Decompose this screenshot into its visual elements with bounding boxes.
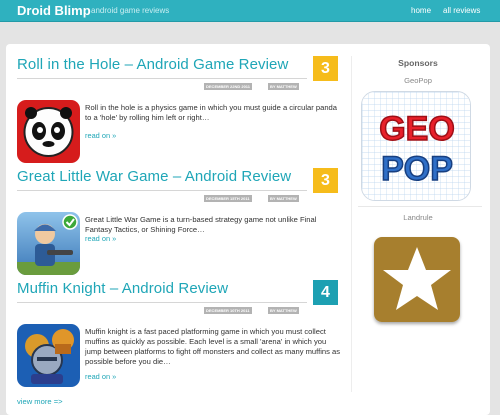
star-icon[interactable] <box>374 237 460 322</box>
sidebar-separator <box>358 206 482 207</box>
article-excerpt: Roll in the hole is a physics game in wh… <box>85 103 337 122</box>
geopop-logo[interactable]: GEO POP <box>361 91 471 201</box>
sponsor-name-geopop: GeoPop <box>404 76 432 85</box>
svg-text:POP: POP <box>381 150 453 188</box>
nav-link-home[interactable]: home <box>411 6 431 15</box>
site-logo[interactable]: Droid Blimp <box>17 3 91 18</box>
score-badge: 4 <box>313 280 338 305</box>
view-more-link[interactable]: view more => <box>17 397 63 406</box>
article-title[interactable]: Great Little War Game – Android Review <box>17 168 307 185</box>
article-title[interactable]: Muffin Knight – Android Review <box>17 280 307 297</box>
svg-text:GEO: GEO <box>379 110 455 148</box>
panda-ball-icon[interactable] <box>17 100 80 163</box>
score-badge: 3 <box>313 168 338 193</box>
title-divider <box>17 302 307 303</box>
content-panel: Roll in the Hole – Android Game Review 3… <box>6 44 490 415</box>
date-tag: DECEMBER 10TH 2011 <box>204 307 252 314</box>
date-tag: DECEMBER 22ND 2011 <box>204 83 253 90</box>
knight-icon[interactable] <box>17 324 80 387</box>
nav-link-all-reviews[interactable]: all reviews <box>443 6 480 15</box>
sidebar-divider <box>351 56 352 392</box>
author-tag[interactable]: BY MATTHEW <box>268 195 299 202</box>
article-excerpt: Great Little War Game is a turn-based st… <box>85 215 317 234</box>
article-roll-in-the-hole: Roll in the Hole – Android Game Review 3… <box>17 56 343 166</box>
soldier-icon[interactable] <box>17 212 80 275</box>
title-divider <box>17 190 307 191</box>
read-more-link[interactable]: read on » <box>85 234 116 243</box>
sidebar-title: Sponsors <box>398 58 438 68</box>
article-great-little-war-game: Great Little War Game – Android Review 3… <box>17 168 343 278</box>
author-tag[interactable]: BY MATTHEW <box>268 83 299 90</box>
author-tag[interactable]: BY MATTHEW <box>268 307 299 314</box>
site-tagline: android game reviews <box>91 6 170 15</box>
top-nav-bar: Droid Blimp android game reviews home al… <box>0 0 500 22</box>
article-excerpt: Muffin knight is a fast paced platformin… <box>85 327 341 366</box>
read-more-link[interactable]: read on » <box>85 372 116 381</box>
score-badge: 3 <box>313 56 338 81</box>
date-tag: DECEMBER 15TH 2011 <box>204 195 252 202</box>
read-more-link[interactable]: read on » <box>85 131 116 140</box>
article-title[interactable]: Roll in the Hole – Android Game Review <box>17 56 307 73</box>
sponsor-name-landrule: Landrule <box>403 213 433 222</box>
title-divider <box>17 78 307 79</box>
article-muffin-knight: Muffin Knight – Android Review 4 DECEMBE… <box>17 280 343 395</box>
